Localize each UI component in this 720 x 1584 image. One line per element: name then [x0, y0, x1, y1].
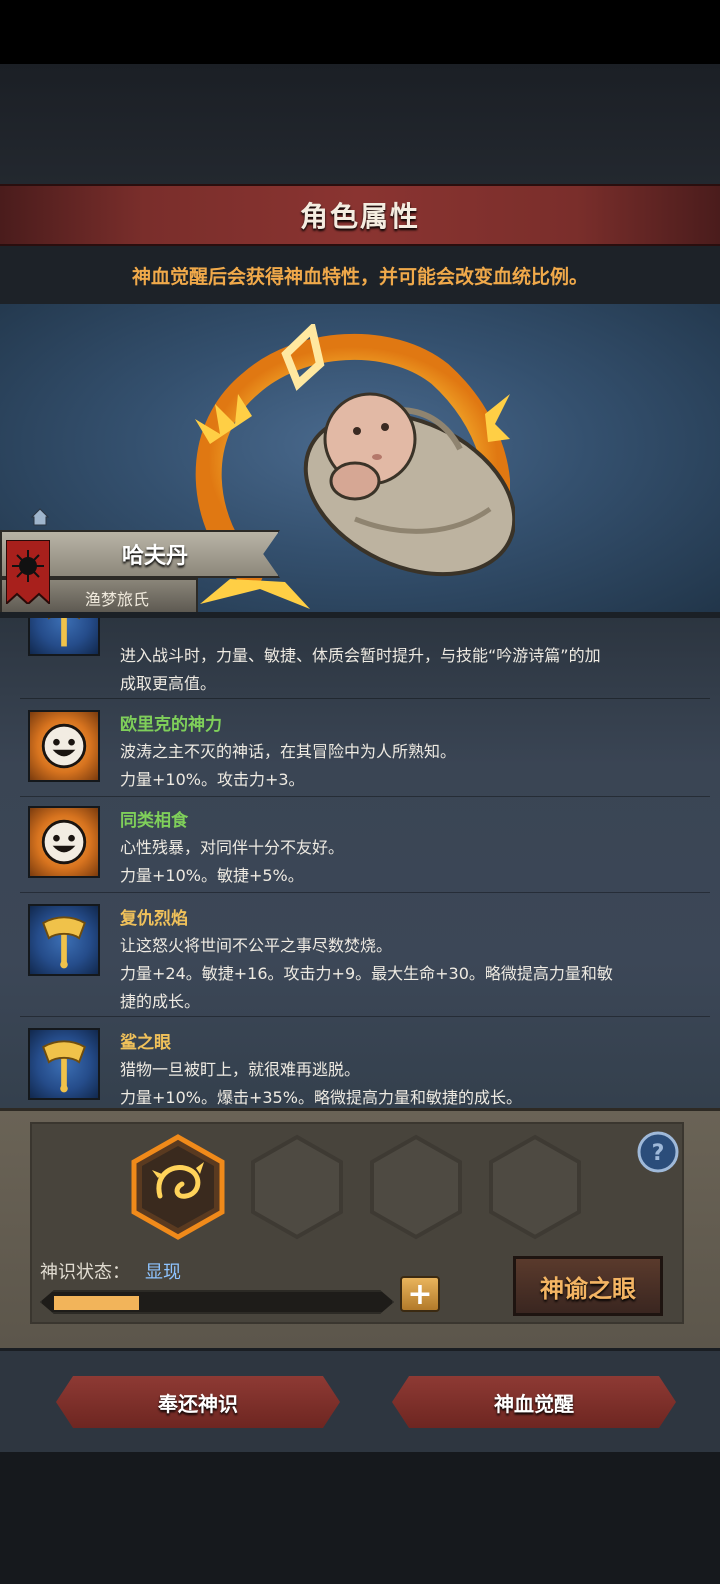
trait-effect: 力量+24。敏捷+16。攻击力+9。最大生命+30。略微提高力量和敏: [120, 964, 613, 983]
trait-effect: 捷的成长。: [120, 992, 201, 1011]
title-bar: 角色属性: [0, 184, 720, 246]
clan-flag-icon: [6, 540, 50, 604]
add-button[interactable]: +: [400, 1276, 440, 1312]
smile-icon: [28, 710, 100, 782]
trait-desc: 让这怒火将世间不公平之事尽数焚烧。: [120, 936, 393, 955]
return-divine-button[interactable]: 奉还神识: [56, 1376, 340, 1428]
divider: [20, 1016, 710, 1017]
trait-name: 欧里克的神力: [120, 715, 222, 735]
top-panel: [0, 64, 720, 184]
divider: [20, 698, 710, 699]
trait-name: 同类相食: [120, 811, 188, 831]
status-value: 显现: [145, 1262, 181, 1283]
divider: [20, 796, 710, 797]
smile-icon: [28, 806, 100, 878]
axe-icon: [28, 1028, 100, 1100]
trait-desc: 心性残暴，对同伴十分不友好。: [120, 838, 345, 857]
return-divine-label: 奉还神识: [158, 1391, 238, 1416]
blood-awaken-label: 神血觉醒: [494, 1391, 574, 1416]
divine-slot-empty[interactable]: [487, 1134, 583, 1240]
oracle-eye-label: 神谕之眼: [540, 1274, 636, 1303]
trait-name: 复仇烈焰: [120, 909, 188, 929]
help-icon[interactable]: ?: [636, 1130, 680, 1174]
bottom-area: [0, 1452, 720, 1584]
status-bar-area: [0, 0, 720, 64]
svg-text:?: ?: [652, 1141, 665, 1166]
axe-icon: [28, 618, 100, 656]
trait-effect: 成取更高值。: [120, 674, 217, 693]
divine-slot-empty[interactable]: [249, 1134, 345, 1240]
trait-name: 鲨之眼: [120, 1033, 171, 1053]
clan-name: 渔梦旅氏: [84, 590, 149, 609]
oracle-eye-button[interactable]: 神谕之眼: [513, 1256, 663, 1316]
page-title: 角色属性: [299, 200, 420, 233]
status-label: 神识状态：: [40, 1262, 130, 1283]
character-name: 哈夫丹: [121, 544, 188, 569]
divine-progress-bar: [40, 1290, 394, 1314]
trait-list[interactable]: 进入战斗时，力量、敏捷、体质会暂时提升，与技能“吟游诗篇”的加 成取更高值。 欧…: [0, 618, 720, 1108]
progress-fill: [54, 1296, 139, 1310]
notice-bar: 神血觉醒后会获得神血特性，并可能会改变血统比例。: [0, 246, 720, 304]
trait-effect: 力量+10%。敏捷+5%。: [120, 866, 304, 885]
trait-effect: 进入战斗时，力量、敏捷、体质会暂时提升，与技能“吟游诗篇”的加: [120, 646, 601, 665]
trait-effect: 力量+10%。爆击+35%。略微提高力量和敏捷的成长。: [120, 1088, 522, 1107]
axe-icon: [28, 904, 100, 976]
house-icon: [31, 508, 49, 526]
trait-desc: 猎物一旦被盯上，就很难再逃脱。: [120, 1060, 361, 1079]
trait-effect: 力量+10%。攻击力+3。: [120, 770, 305, 789]
divine-slot-active[interactable]: [130, 1134, 226, 1240]
trait-desc: 波涛之主不灭的神话，在其冒险中为人所熟知。: [120, 742, 457, 761]
divider: [20, 892, 710, 893]
divine-slot-empty[interactable]: [368, 1134, 464, 1240]
blood-awaken-button[interactable]: 神血觉醒: [392, 1376, 676, 1428]
baby-figure: [303, 392, 515, 577]
notice-text: 神血觉醒后会获得神血特性，并可能会改变血统比例。: [131, 265, 588, 288]
